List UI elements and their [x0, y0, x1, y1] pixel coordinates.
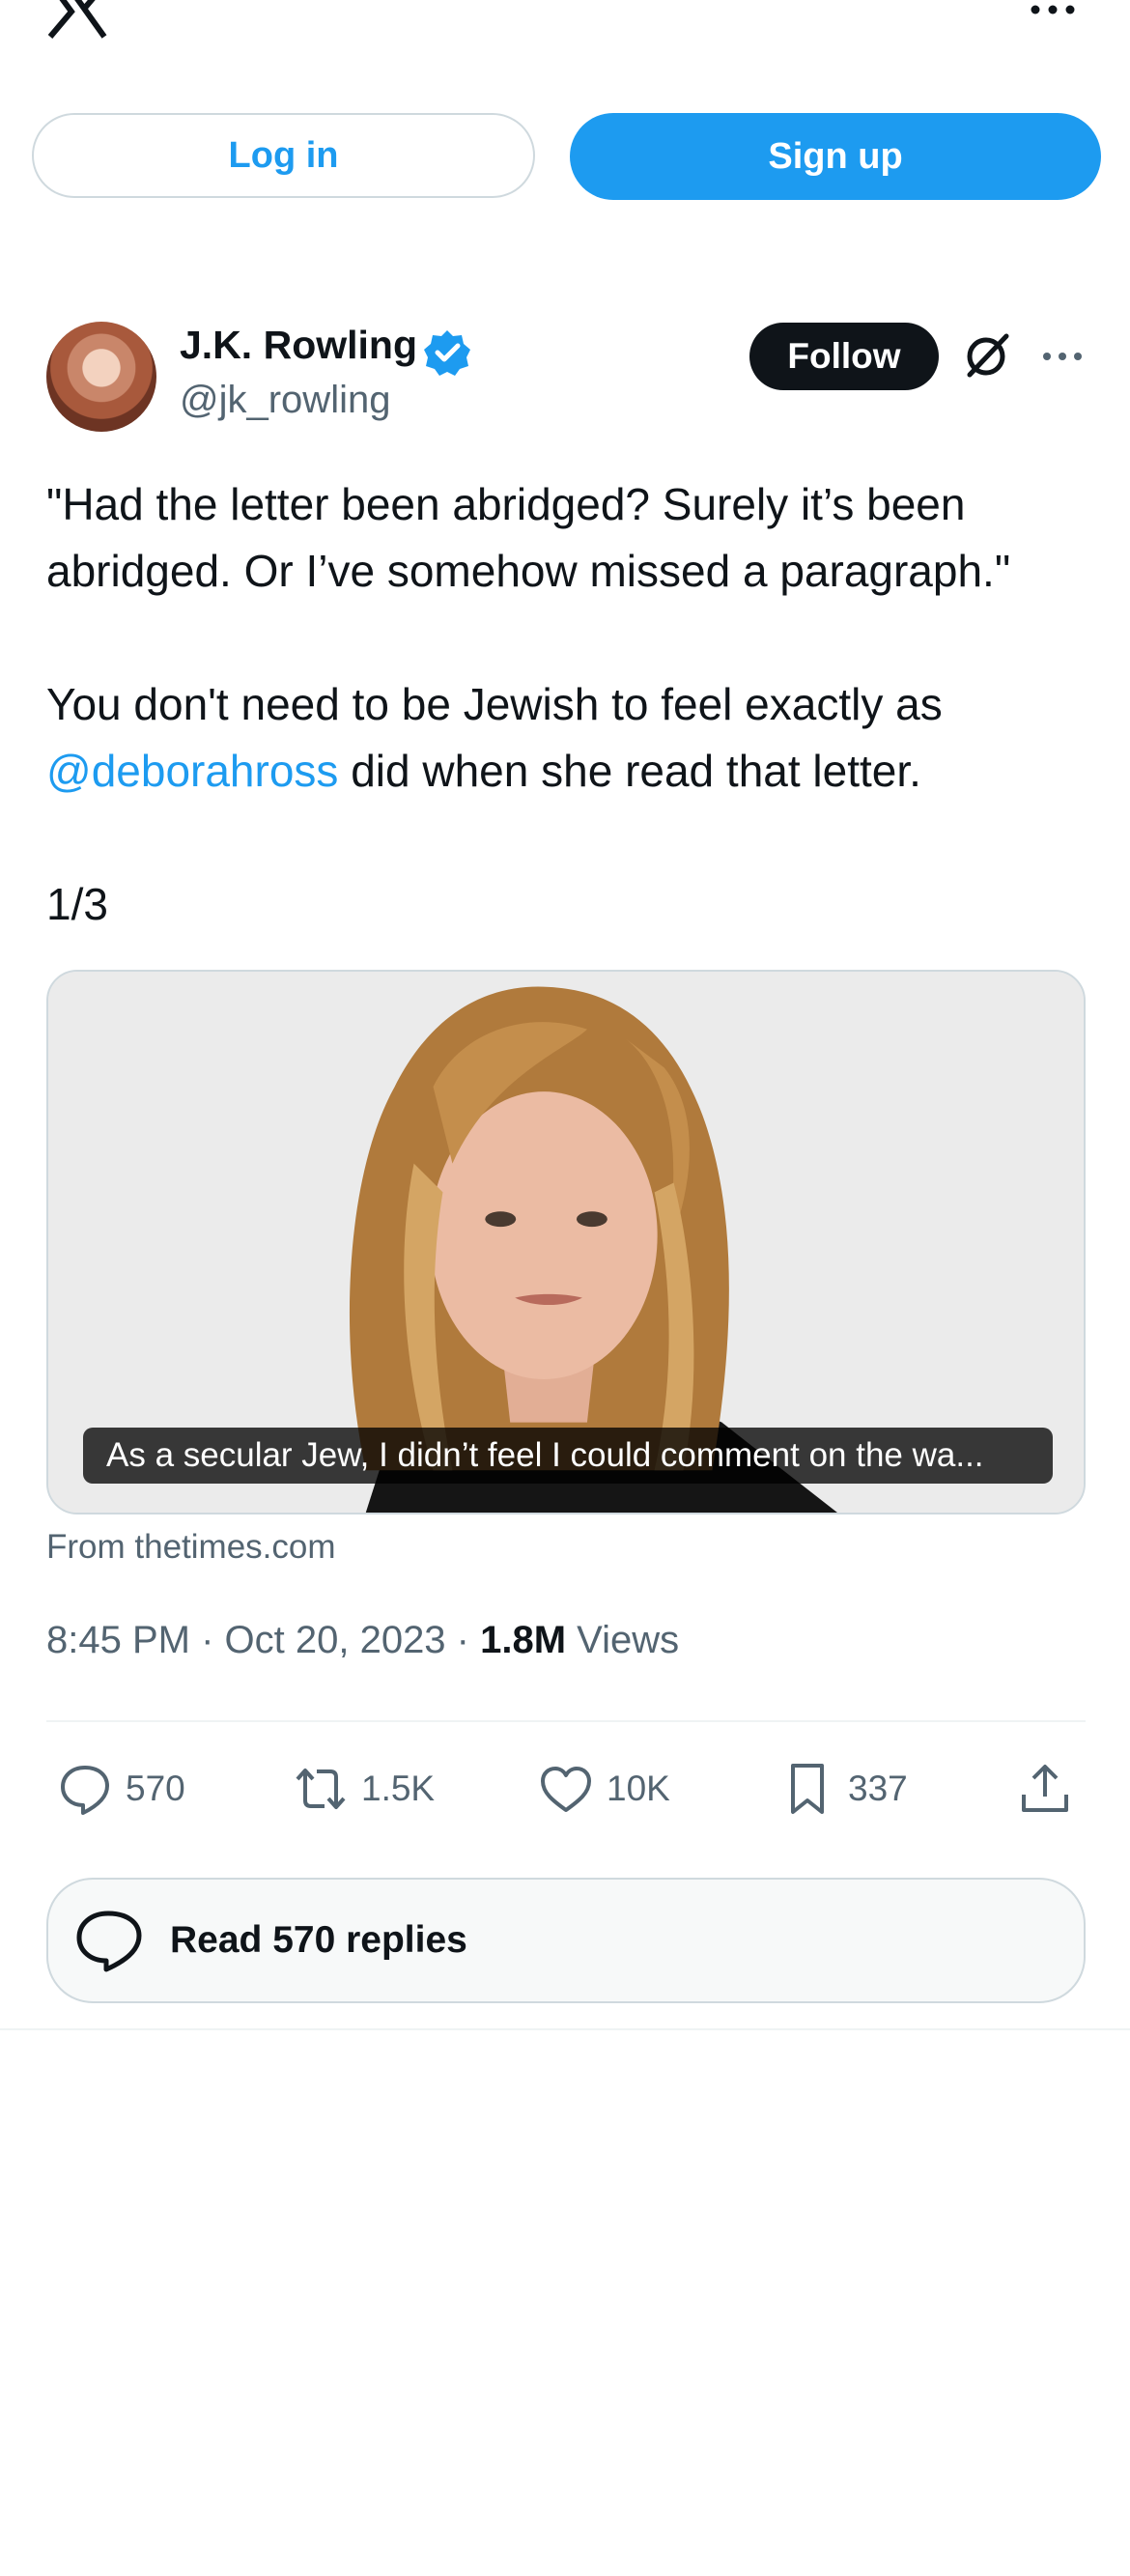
retweet-button[interactable]: 1.5K [292, 1760, 435, 1818]
tweet-meta: 8:45 PM · Oct 20, 2023 · 1.8M Views [46, 1619, 679, 1662]
author-name[interactable]: J.K. Rowling [180, 323, 417, 368]
tweet-text: "Had the letter been abridged? Surely it… [46, 471, 1089, 938]
reply-button[interactable]: 570 [56, 1760, 185, 1818]
grok-icon[interactable] [962, 330, 1012, 381]
x-logo-icon[interactable] [44, 0, 112, 39]
share-upload-icon [1022, 1765, 1068, 1812]
tweet-timestamp[interactable]: 8:45 PM · Oct 20, 2023 · [46, 1619, 480, 1661]
divider [46, 1720, 1086, 1722]
more-horizontal-icon[interactable] [1026, 0, 1080, 23]
share-button[interactable] [1016, 1760, 1086, 1818]
avatar[interactable] [46, 322, 156, 432]
tweet-quote: "Had the letter been abridged? Surely it… [46, 479, 1011, 596]
views-label: Views [566, 1619, 680, 1661]
retweet-count: 1.5K [361, 1769, 436, 1808]
reply-bubble-icon [76, 1911, 142, 1972]
bookmark-icon [791, 1764, 824, 1814]
reply-bubble-icon [61, 1766, 109, 1815]
author-handle[interactable]: @jk_rowling [180, 379, 390, 422]
divider [0, 2028, 1130, 2030]
bookmark-button[interactable]: 337 [778, 1760, 908, 1818]
retweet-icon [296, 1769, 346, 1809]
thread-marker: 1/3 [46, 879, 108, 929]
reply-count: 570 [126, 1769, 185, 1808]
like-button[interactable]: 10K [537, 1760, 670, 1818]
card-source[interactable]: From thetimes.com [46, 1528, 336, 1567]
card-caption: As a secular Jew, I didn’t feel I could … [83, 1428, 1053, 1484]
views-count: 1.8M [480, 1619, 567, 1661]
read-replies-label: Read 570 replies [170, 1919, 467, 1961]
link-card[interactable]: As a secular Jew, I didn’t feel I could … [46, 970, 1086, 1514]
follow-button[interactable]: Follow [749, 323, 939, 390]
heart-icon [541, 1767, 591, 1812]
login-button[interactable]: Log in [32, 113, 535, 198]
more-horizontal-icon[interactable] [1041, 338, 1084, 375]
like-count: 10K [607, 1769, 670, 1808]
tweet-body: You don't need to be Jewish to feel exac… [46, 671, 1089, 805]
tweet-body-prefix: You don't need to be Jewish to feel exac… [46, 679, 943, 729]
tweet-body-suffix: did when she read that letter. [338, 746, 921, 796]
bookmark-count: 337 [848, 1769, 908, 1808]
mention-link[interactable]: @deborahross [46, 746, 338, 796]
verified-badge-icon [424, 330, 470, 376]
signup-button[interactable]: Sign up [570, 113, 1101, 200]
read-replies-button[interactable]: Read 570 replies [46, 1878, 1086, 2003]
